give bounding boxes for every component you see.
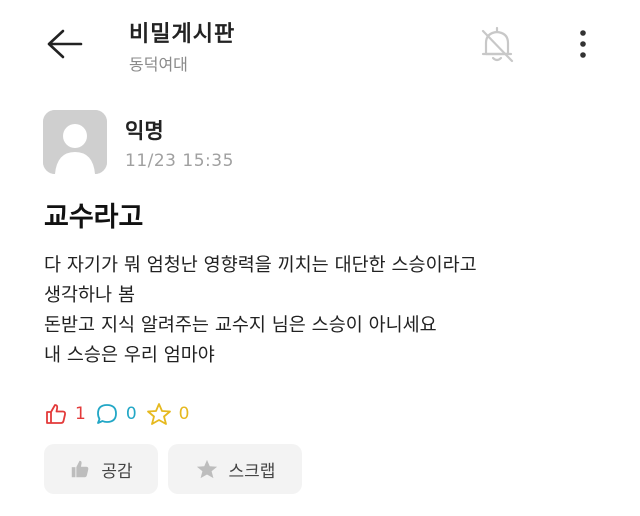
board-subtitle: 동덕여대 xyxy=(129,55,188,74)
scrap-button[interactable]: 스크랩 xyxy=(168,444,302,494)
more-options-button[interactable] xyxy=(566,22,600,66)
post-body: 다 자기가 뭐 엄청난 영향력을 끼치는 대단한 스승이라고 생각하나 봄 돈받… xyxy=(44,251,624,371)
like-button-label: 공감 xyxy=(101,461,133,482)
like-button[interactable]: 공감 xyxy=(44,444,158,494)
post-body-line: 돈받고 지식 알려주는 교수지 님은 스승이 아니세요 xyxy=(44,315,437,336)
top-app-bar: 비밀게시판 동덕여대 xyxy=(0,0,640,92)
post-body-line: 내 스승은 우리 엄마야 xyxy=(44,345,215,366)
avatar xyxy=(43,110,107,174)
thumbs-up-icon xyxy=(46,404,66,424)
thumbs-up-icon xyxy=(72,460,89,478)
star-icon xyxy=(146,403,171,425)
post-body-line: 생각하나 봄 xyxy=(44,285,135,306)
board-title: 비밀게시판 xyxy=(129,22,236,47)
notification-toggle-button[interactable] xyxy=(472,20,522,70)
star-icon xyxy=(196,459,217,479)
like-count: 1 xyxy=(44,402,86,426)
post-timestamp: 11/23 15:35 xyxy=(125,151,234,171)
more-vertical-icon xyxy=(580,30,586,58)
post-title: 교수라고 xyxy=(44,202,144,233)
bell-off-icon xyxy=(481,26,514,63)
arrow-left-icon xyxy=(47,29,83,59)
speech-bubble-icon xyxy=(96,404,117,424)
scrap-count: 0 xyxy=(146,402,190,426)
anonymous-user-icon xyxy=(43,110,107,174)
scrap-count-value: 0 xyxy=(178,404,190,424)
post-body-line: 다 자기가 뭐 엄청난 영향력을 끼치는 대단한 스승이라고 xyxy=(44,255,477,276)
like-count-value: 1 xyxy=(75,404,86,424)
post-stats: 1 0 0 xyxy=(44,399,198,429)
comment-count-value: 0 xyxy=(125,404,137,424)
back-button[interactable] xyxy=(40,22,88,66)
comment-count: 0 xyxy=(95,402,137,426)
author-name: 익명 xyxy=(125,119,164,143)
scrap-button-label: 스크랩 xyxy=(228,461,276,482)
